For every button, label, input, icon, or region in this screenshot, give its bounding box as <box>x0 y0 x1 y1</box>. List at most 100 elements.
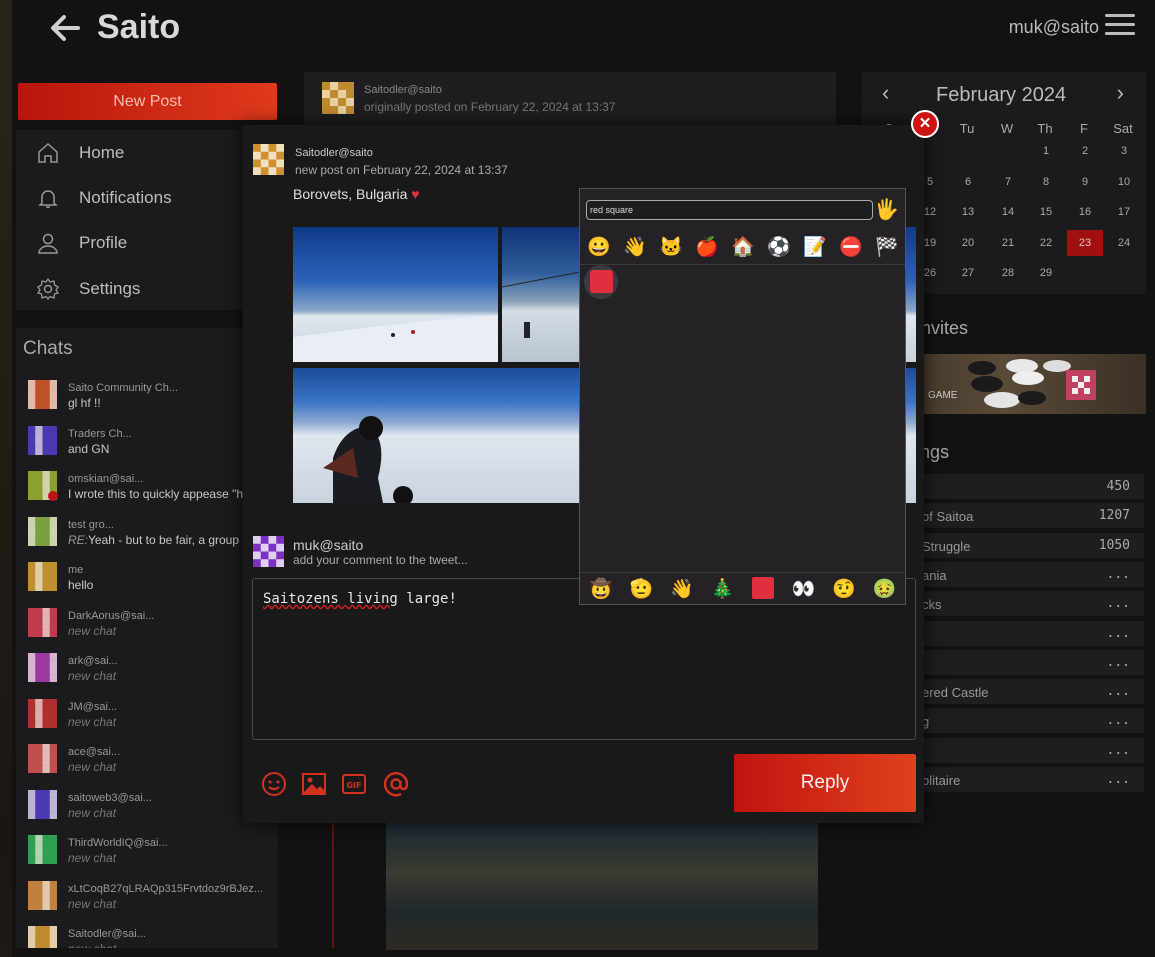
chat-list-item[interactable]: saitoweb3@sai... new chat <box>28 786 278 830</box>
chat-list-item[interactable]: test gro... RE:Yeah - but to be fair, a … <box>28 513 278 557</box>
recent-emoji[interactable]: 🫡 <box>627 577 657 601</box>
post-photo-2[interactable] <box>502 227 580 362</box>
calendar-day[interactable]: 16 <box>1067 199 1103 225</box>
nav-panel: Home Notifications Profile Settings <box>16 130 278 310</box>
chat-list-item[interactable]: me hello <box>28 558 278 602</box>
chat-message-text: new chat <box>68 896 117 911</box>
close-icon[interactable]: ✕ <box>911 110 939 138</box>
calendar-day[interactable]: 20 <box>950 230 986 256</box>
recent-emoji[interactable]: 🤨 <box>829 577 859 601</box>
skier-graphic <box>323 416 413 503</box>
reply-button[interactable]: Reply <box>734 754 916 812</box>
recent-emoji[interactable]: 👋 <box>667 577 697 601</box>
chat-list-item[interactable]: ace@sai... new chat <box>28 740 278 784</box>
game-score: ... <box>1106 625 1130 641</box>
calendar-day[interactable]: 23 <box>1067 229 1103 256</box>
feed-post-card[interactable]: Saitodler@saito originally posted on Feb… <box>304 72 836 132</box>
sidebar-item-profile[interactable]: Profile <box>36 223 127 263</box>
post-photo-3[interactable] <box>293 368 580 503</box>
recent-emoji[interactable]: 🤢 <box>870 577 900 601</box>
post-author[interactable]: Saitodler@saito <box>295 147 373 159</box>
post-photo-1[interactable] <box>293 227 498 362</box>
chat-message-text: hello <box>68 578 94 592</box>
emoji-category-tab[interactable]: 🍎 <box>692 235 722 259</box>
calendar-day[interactable]: 17 <box>1106 199 1142 225</box>
chat-name: test gro... <box>68 518 114 531</box>
mention-icon[interactable] <box>382 770 410 798</box>
chat-list-item[interactable]: JM@sai... new chat <box>28 695 278 739</box>
calendar-day[interactable]: 28 <box>990 260 1026 286</box>
calendar-day[interactable]: 14 <box>990 199 1026 225</box>
bell-icon <box>38 190 58 208</box>
recent-emoji[interactable]: 🎄 <box>708 577 738 601</box>
calendar-day[interactable]: 7 <box>990 169 1026 195</box>
chat-list-item[interactable]: omskian@sai... I wrote this to quickly a… <box>28 467 278 511</box>
chat-list-item[interactable]: DarkAorus@sai... new chat <box>28 604 278 648</box>
heart-icon: ♥ <box>411 186 420 202</box>
calendar-day[interactable]: 2 <box>1067 138 1103 164</box>
emoji-category-tab[interactable]: ⛔ <box>836 235 866 259</box>
calendar-day[interactable]: 22 <box>1028 230 1064 256</box>
chat-last-message: new chat <box>68 851 278 865</box>
chat-list-item[interactable]: Saito Community Ch... gl hf !! <box>28 376 278 420</box>
red-square-icon <box>590 270 613 293</box>
app-title[interactable]: Saito <box>97 8 180 47</box>
sidebar-item-notifications[interactable]: Notifications <box>36 178 172 218</box>
emoji-category-tab[interactable]: ⚽ <box>764 235 794 259</box>
emoji-category-tab[interactable]: 🐱 <box>656 235 686 259</box>
image-icon[interactable] <box>300 770 328 798</box>
chat-last-message: new chat <box>68 942 278 948</box>
emoji-category-tab[interactable]: 👋 <box>620 235 650 259</box>
avatar <box>28 425 57 455</box>
feed-post-image[interactable] <box>386 822 818 950</box>
emoji-result-red-square[interactable] <box>584 265 618 299</box>
comment-text: Saitozens living large! <box>263 591 457 607</box>
ski-lift-graphic <box>502 271 580 338</box>
chat-list-item[interactable]: xLtCoqB27qLRAQp315Frvtdoz9rBJez... new c… <box>28 877 278 921</box>
sidebar-item-settings[interactable]: Settings <box>36 269 140 309</box>
calendar-day[interactable]: 29 <box>1028 260 1064 286</box>
new-post-button[interactable]: New Post <box>18 83 277 120</box>
emoji-icon[interactable] <box>260 770 288 798</box>
calendar-day[interactable]: 8 <box>1028 169 1064 195</box>
calendar-day[interactable]: 15 <box>1028 199 1064 225</box>
recent-emoji[interactable]: 🤠 <box>586 577 616 601</box>
skin-tone-icon[interactable]: 🖐 <box>874 197 899 222</box>
calendar-day[interactable]: 3 <box>1106 138 1142 164</box>
emoji-category-tab[interactable]: 😀 <box>584 235 614 259</box>
game-name: cks <box>922 597 942 613</box>
chat-list-item[interactable]: ark@sai... new chat <box>28 649 278 693</box>
calendar-day[interactable]: 9 <box>1067 169 1103 195</box>
current-user[interactable]: muk@saito <box>1009 17 1099 38</box>
menu-icon[interactable] <box>1105 14 1135 36</box>
back-arrow-icon[interactable] <box>48 12 84 44</box>
chat-list-item[interactable]: Traders Ch... and GN <box>28 422 278 466</box>
calendar-day[interactable]: 21 <box>990 230 1026 256</box>
red-square-icon <box>752 577 774 599</box>
calendar-day[interactable]: 10 <box>1106 169 1142 195</box>
calendar-day[interactable]: 6 <box>950 169 986 195</box>
emoji-category-tab[interactable]: 🏁 <box>872 235 902 259</box>
chevron-left-icon[interactable]: ‹ <box>882 80 889 106</box>
emoji-search-input[interactable] <box>586 200 873 220</box>
sidebar-item-label: Notifications <box>79 188 172 207</box>
recent-emoji[interactable]: 👀 <box>789 577 819 601</box>
sidebar-item-home[interactable]: Home <box>36 133 124 173</box>
chevron-right-icon[interactable]: › <box>1117 80 1124 106</box>
chat-name: Saitodler@sai... <box>68 928 146 940</box>
game-score: ... <box>1106 772 1130 787</box>
chat-list-item[interactable]: ThirdWorldIQ@sai... new chat <box>28 831 278 875</box>
emoji-picker: 🖐 😀👋🐱🍎🏠⚽📝⛔🏁 🤠🫡👋🎄👀🤨🤢 <box>579 188 906 605</box>
feed-post-author[interactable]: Saitodler@saito <box>364 84 442 96</box>
recent-emoji[interactable] <box>748 577 778 599</box>
calendar-day[interactable]: 24 <box>1106 230 1142 256</box>
emoji-category-tab[interactable]: 📝 <box>800 235 830 259</box>
calendar-day[interactable]: 1 <box>1028 138 1064 164</box>
emoji-category-tab[interactable]: 🏠 <box>728 235 758 259</box>
chat-message-text: gl hf !! <box>68 396 101 410</box>
gif-icon[interactable]: GIF <box>340 770 368 798</box>
calendar-day[interactable]: 27 <box>950 260 986 286</box>
chat-list-item[interactable]: Saitodler@sai... new chat <box>28 922 278 948</box>
avatar <box>28 789 57 819</box>
calendar-day[interactable]: 13 <box>950 199 986 225</box>
